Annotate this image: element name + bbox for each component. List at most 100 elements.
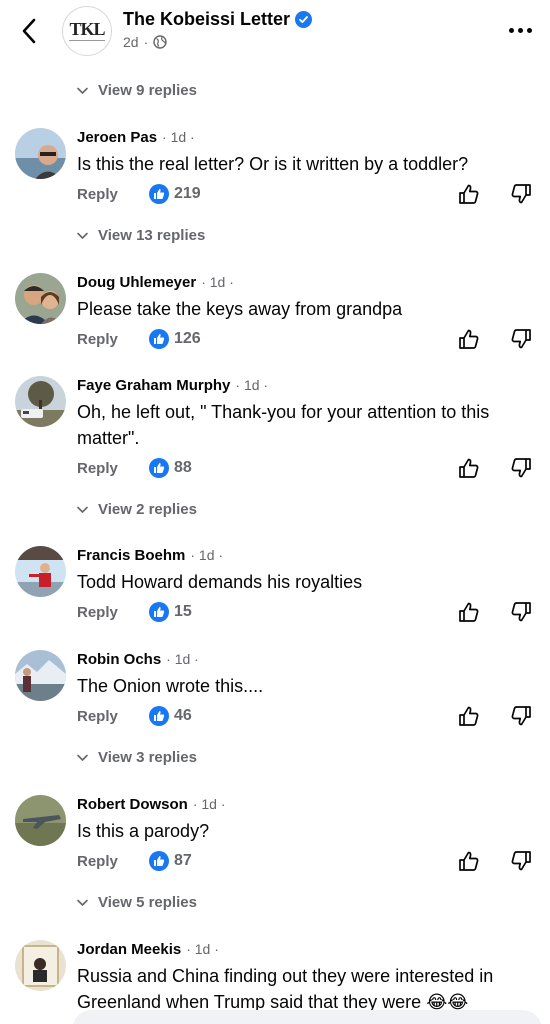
- comment-header: Jordan Meekis · 1d ·: [77, 941, 219, 958]
- like-count-value: 87: [174, 852, 192, 869]
- like-badge-icon: [149, 602, 169, 622]
- avatar[interactable]: [15, 128, 66, 179]
- chevron-down-icon: [77, 506, 88, 513]
- comment-text: The Onion wrote this....: [77, 676, 264, 696]
- view-replies-toggle[interactable]: View 2 replies: [76, 499, 197, 519]
- thumbs-up-icon: [459, 706, 479, 726]
- post-meta: 2d ·: [123, 34, 167, 50]
- downvote-button[interactable]: [509, 849, 533, 873]
- like-count-value: 219: [174, 185, 201, 202]
- post-age: 2d: [123, 34, 139, 50]
- view-replies-toggle[interactable]: View 13 replies: [76, 225, 205, 245]
- thumbs-up-icon: [459, 329, 479, 349]
- comment-author[interactable]: Faye Graham Murphy: [77, 377, 230, 394]
- reply-button[interactable]: Reply: [77, 853, 149, 870]
- comment-text: Oh, he left out, " Thank-you for your at…: [77, 402, 490, 448]
- post-header: TKL The Kobeissi Letter 2d ·: [0, 0, 550, 62]
- view-replies-label: View 9 replies: [98, 81, 197, 99]
- comment-text: Russia and China finding out they were i…: [77, 966, 494, 1012]
- comment-text: Is this a parody?: [77, 821, 210, 841]
- like-badge-icon: [149, 458, 169, 478]
- downvote-button[interactable]: [509, 704, 533, 728]
- thumbs-down-icon: [511, 329, 531, 349]
- back-button[interactable]: [14, 14, 44, 48]
- upvote-button[interactable]: [457, 182, 481, 206]
- upvote-button[interactable]: [457, 327, 481, 351]
- comment-author[interactable]: Francis Boehm: [77, 547, 185, 564]
- comment-text: Todd Howard demands his royalties: [77, 572, 363, 592]
- comment-author[interactable]: Robert Dowson: [77, 796, 188, 813]
- comment-author[interactable]: Jordan Meekis: [77, 941, 181, 958]
- avatar-logo-text: TKL: [69, 19, 105, 39]
- like-badge-icon: [149, 329, 169, 349]
- comment-time: · 1d ·: [235, 377, 269, 393]
- like-count[interactable]: 219: [149, 184, 201, 204]
- more-horizontal-icon: [508, 27, 514, 33]
- avatar[interactable]: [15, 795, 66, 846]
- comment-header: Robert Dowson · 1d ·: [77, 796, 226, 813]
- upvote-button[interactable]: [457, 704, 481, 728]
- comment-author[interactable]: Robin Ochs: [77, 651, 161, 668]
- comment-header: Jeroen Pas · 1d ·: [77, 129, 195, 146]
- downvote-button[interactable]: [509, 456, 533, 480]
- like-count[interactable]: 46: [149, 706, 192, 726]
- upvote-button[interactable]: [457, 600, 481, 624]
- comment-author[interactable]: Jeroen Pas: [77, 129, 157, 146]
- like-count[interactable]: 126: [149, 329, 201, 349]
- verified-badge-icon: [295, 11, 313, 28]
- like-badge-icon: [149, 851, 169, 871]
- like-count[interactable]: 88: [149, 458, 192, 478]
- thumbs-down-icon: [511, 458, 531, 478]
- avatar[interactable]: [15, 940, 66, 991]
- thumbs-down-icon: [511, 602, 531, 622]
- view-replies-toggle[interactable]: View 5 replies: [76, 892, 197, 912]
- chevron-down-icon: [77, 87, 88, 94]
- avatar[interactable]: [15, 376, 66, 427]
- view-replies-label: View 5 replies: [98, 893, 197, 911]
- upvote-button[interactable]: [457, 849, 481, 873]
- reply-button[interactable]: Reply: [77, 604, 149, 621]
- thumbs-up-icon: [459, 851, 479, 871]
- more-options-button[interactable]: [506, 20, 534, 40]
- reply-button[interactable]: Reply: [77, 460, 149, 477]
- comment-time: · 1d ·: [201, 274, 234, 290]
- downvote-button[interactable]: [509, 327, 533, 351]
- page-name-label: The Kobeissi Letter: [123, 9, 291, 29]
- comment-text: Is this the real letter? Or is it writte…: [77, 154, 469, 174]
- comment-header: Faye Graham Murphy · 1d ·: [77, 377, 268, 394]
- like-count-value: 46: [174, 707, 192, 724]
- reply-button[interactable]: Reply: [77, 186, 149, 203]
- downvote-button[interactable]: [509, 600, 533, 624]
- thumbs-up-icon: [459, 602, 479, 622]
- view-replies-toggle[interactable]: View 3 replies: [76, 747, 197, 767]
- page-name[interactable]: The Kobeissi Letter: [123, 9, 313, 30]
- reply-button[interactable]: Reply: [77, 708, 149, 725]
- more-dot: [517, 27, 523, 33]
- chevron-down-icon: [77, 754, 88, 761]
- view-replies-toggle[interactable]: View 9 replies: [76, 80, 197, 100]
- avatar[interactable]: [15, 546, 66, 597]
- globe-icon: [153, 35, 167, 49]
- avatar[interactable]: [15, 273, 66, 324]
- comment-actions: Reply 88: [77, 456, 537, 480]
- comment-time: · 1d ·: [166, 651, 199, 667]
- page-avatar[interactable]: TKL: [62, 6, 112, 56]
- comment-header: Doug Uhlemeyer · 1d ·: [77, 274, 234, 291]
- view-replies-label: View 3 replies: [98, 748, 197, 766]
- like-count[interactable]: 87: [149, 851, 192, 871]
- avatar[interactable]: [15, 650, 66, 701]
- meta-separator: ·: [143, 34, 149, 50]
- comment-composer[interactable]: [72, 1010, 542, 1024]
- comment-actions: Reply 219: [77, 182, 537, 206]
- comment-author[interactable]: Doug Uhlemeyer: [77, 274, 196, 291]
- thumbs-down-icon: [511, 851, 531, 871]
- downvote-button[interactable]: [509, 182, 533, 206]
- comment-header: Francis Boehm · 1d ·: [77, 547, 223, 564]
- reply-button[interactable]: Reply: [77, 331, 149, 348]
- comment-actions: Reply 15: [77, 600, 537, 624]
- comment-actions: Reply 87: [77, 849, 537, 873]
- like-count[interactable]: 15: [149, 602, 192, 622]
- comment-time: · 1d ·: [186, 941, 219, 957]
- like-count-value: 88: [174, 459, 192, 476]
- upvote-button[interactable]: [457, 456, 481, 480]
